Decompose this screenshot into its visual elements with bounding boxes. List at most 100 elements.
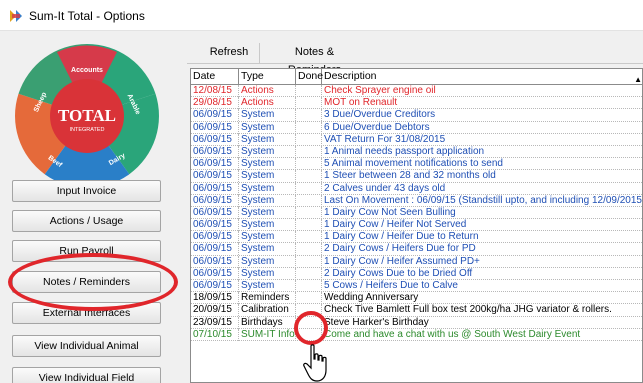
column-header-type[interactable]: Type [239, 69, 296, 85]
table-row[interactable]: 06/09/15 System 1 Animal needs passport ap… [191, 145, 642, 159]
column-header-description[interactable]: Description ▲ [322, 69, 642, 85]
date-cell: 20/09/15 [191, 304, 239, 317]
done-cell [296, 194, 322, 207]
left-panel: Accounts Arable Dairy Beef Sheep TOTAL I… [0, 32, 176, 383]
grid-header: Date Type Done Description ▲ [191, 69, 642, 85]
date-cell: 07/10/15 [191, 328, 239, 341]
date-cell: 12/08/15 [191, 85, 239, 97]
description-cell: Steve Harker's Birthday [324, 316, 429, 328]
type-cell: System [239, 255, 296, 268]
notes-reminders-button[interactable]: Notes / Reminders [12, 271, 161, 293]
date-cell: 06/09/15 [191, 121, 239, 134]
type-cell: System [239, 145, 296, 158]
type-cell: System [239, 280, 296, 292]
actions-usage-button[interactable]: Actions / Usage [12, 210, 161, 232]
column-header-done[interactable]: Done [296, 69, 323, 85]
description-cell: MOT on Renault [324, 97, 398, 109]
description-cell: 1 Steer between 28 and 32 months old [324, 170, 496, 182]
table-row[interactable]: 07/10/15 SUM-IT Info Come and have a chat … [191, 328, 642, 341]
type-cell: Actions [239, 85, 296, 97]
type-cell: Actions [239, 97, 296, 110]
type-cell: System [239, 170, 296, 183]
type-cell: Calibration [239, 304, 296, 317]
table-row[interactable]: 06/09/15 System 1 Steer between 28 and 32 … [191, 170, 642, 183]
table-row[interactable]: 06/09/15 System 2 Dairy Cows / Heifers Due… [191, 243, 642, 256]
date-cell: 06/09/15 [191, 182, 239, 195]
table-row[interactable]: 18/09/15 Reminders Wedding Anniversary [191, 292, 642, 305]
done-cell [296, 170, 322, 183]
table-row[interactable]: 06/09/15 System 3 Due/Overdue Creditors [191, 109, 642, 122]
done-cell [296, 158, 322, 171]
window-title: Sum-It Total - Options [29, 9, 145, 23]
description-cell: 1 Dairy Cow / Heifer Not Served [324, 219, 467, 231]
description-cell: 1 Animal needs passport application [324, 145, 485, 157]
done-cell [296, 304, 322, 317]
description-cell: 1 Dairy Cow / Heifer Assumed PD+ [324, 255, 480, 267]
description-cell: 1 Dairy Cow Not Seen Bulling [324, 206, 456, 218]
done-cell [296, 280, 322, 292]
run-payroll-button[interactable]: Run Payroll [12, 240, 161, 262]
table-row[interactable]: 06/09/15 System 1 Dairy Cow Not Seen Bulli… [191, 206, 642, 220]
hand-cursor-icon [303, 344, 327, 382]
table-row[interactable]: 06/09/15 System 5 Cows / Heifers Due to Ca… [191, 280, 642, 293]
done-cell [296, 85, 322, 97]
description-cell: 3 Due/Overdue Creditors [324, 109, 436, 121]
date-cell: 06/09/15 [191, 145, 239, 158]
view-individual-animal-button[interactable]: View Individual Animal [12, 335, 161, 357]
table-row[interactable]: 06/09/15 System 1 Dairy Cow / Heifer Not S… [191, 219, 642, 232]
done-cell [296, 121, 322, 134]
done-cell [296, 292, 322, 305]
table-row[interactable]: 06/09/15 System 1 Dairy Cow / Heifer Due t… [191, 231, 642, 244]
total-integrated-logo: Accounts Arable Dairy Beef Sheep TOTAL I… [15, 43, 159, 188]
description-cell: 1 Dairy Cow / Heifer Due to Return [324, 231, 479, 243]
description-cell: 5 Cows / Heifers Due to Calve [324, 280, 458, 291]
table-row[interactable]: 12/08/15 Actions Check Sprayer engine oil [191, 85, 642, 98]
table-row[interactable]: 06/09/15 System Last On Movement : 06/09/1… [191, 194, 642, 207]
done-cell [296, 109, 322, 122]
done-cell [296, 328, 322, 341]
type-cell: System [239, 194, 296, 207]
table-row[interactable]: 06/09/15 System 2 Dairy Cows Due to be Dri… [191, 267, 642, 280]
input-invoice-button[interactable]: Input Invoice [12, 180, 161, 202]
done-cell [296, 231, 322, 244]
logo-text-integrated: INTEGRATED [69, 127, 104, 133]
notes-grid[interactable]: Date Type Done Description ▲ 12/08/15 Act… [190, 68, 643, 383]
refresh-tab[interactable]: Refresh [201, 43, 257, 63]
external-interfaces-button[interactable]: External Interfaces [12, 302, 161, 324]
title-bar: Sum-It Total - Options [0, 0, 643, 31]
type-cell: System [239, 182, 296, 195]
done-cell [296, 219, 322, 232]
type-cell: System [239, 219, 296, 232]
date-cell: 06/09/15 [191, 194, 239, 207]
table-row[interactable]: 06/09/15 System 5 Animal movement notifica… [191, 158, 642, 171]
table-row[interactable]: 06/09/15 System 6 Due/Overdue Debtors [191, 121, 642, 134]
table-row[interactable]: 23/09/15 Birthdays Steve Harker's Birthday [191, 316, 642, 329]
date-cell: 06/09/15 [191, 231, 239, 244]
view-individual-field-button[interactable]: View Individual Field [12, 367, 161, 383]
done-cell [296, 133, 322, 146]
description-cell: Check Tive Bamlett Full box test 200kg/h… [324, 304, 612, 316]
notes-reminders-tab[interactable]: Notes & Reminders [259, 43, 369, 76]
date-cell: 06/09/15 [191, 170, 239, 183]
description-cell: 2 Dairy Cows / Heifers Due for PD [324, 243, 476, 255]
description-cell: VAT Return For 31/08/2015 [324, 133, 446, 145]
table-row[interactable]: 20/09/15 Calibration Check Tive Bamlett Fu… [191, 304, 642, 317]
date-cell: 06/09/15 [191, 243, 239, 256]
table-row[interactable]: 06/09/15 System VAT Return For 31/08/2015 [191, 133, 642, 146]
table-row[interactable]: 29/08/15 Actions MOT on Renault [191, 97, 642, 110]
column-header-date[interactable]: Date [191, 69, 239, 85]
type-cell: Birthdays [239, 316, 296, 329]
date-cell: 06/09/15 [191, 280, 239, 292]
date-cell: 06/09/15 [191, 133, 239, 146]
description-cell: 2 Dairy Cows Due to be Dried Off [324, 267, 473, 279]
app-icon [10, 10, 22, 22]
type-cell: System [239, 231, 296, 244]
table-row[interactable]: 06/09/15 System 1 Dairy Cow / Heifer Assum… [191, 255, 642, 268]
date-cell: 06/09/15 [191, 219, 239, 232]
done-cell [296, 267, 322, 280]
description-cell: Wedding Anniversary [324, 292, 419, 304]
type-cell: System [239, 243, 296, 256]
type-cell: SUM-IT Info [241, 328, 296, 341]
table-row[interactable]: 06/09/15 System 2 Calves under 43 days old [191, 182, 642, 195]
done-cell [296, 206, 322, 219]
